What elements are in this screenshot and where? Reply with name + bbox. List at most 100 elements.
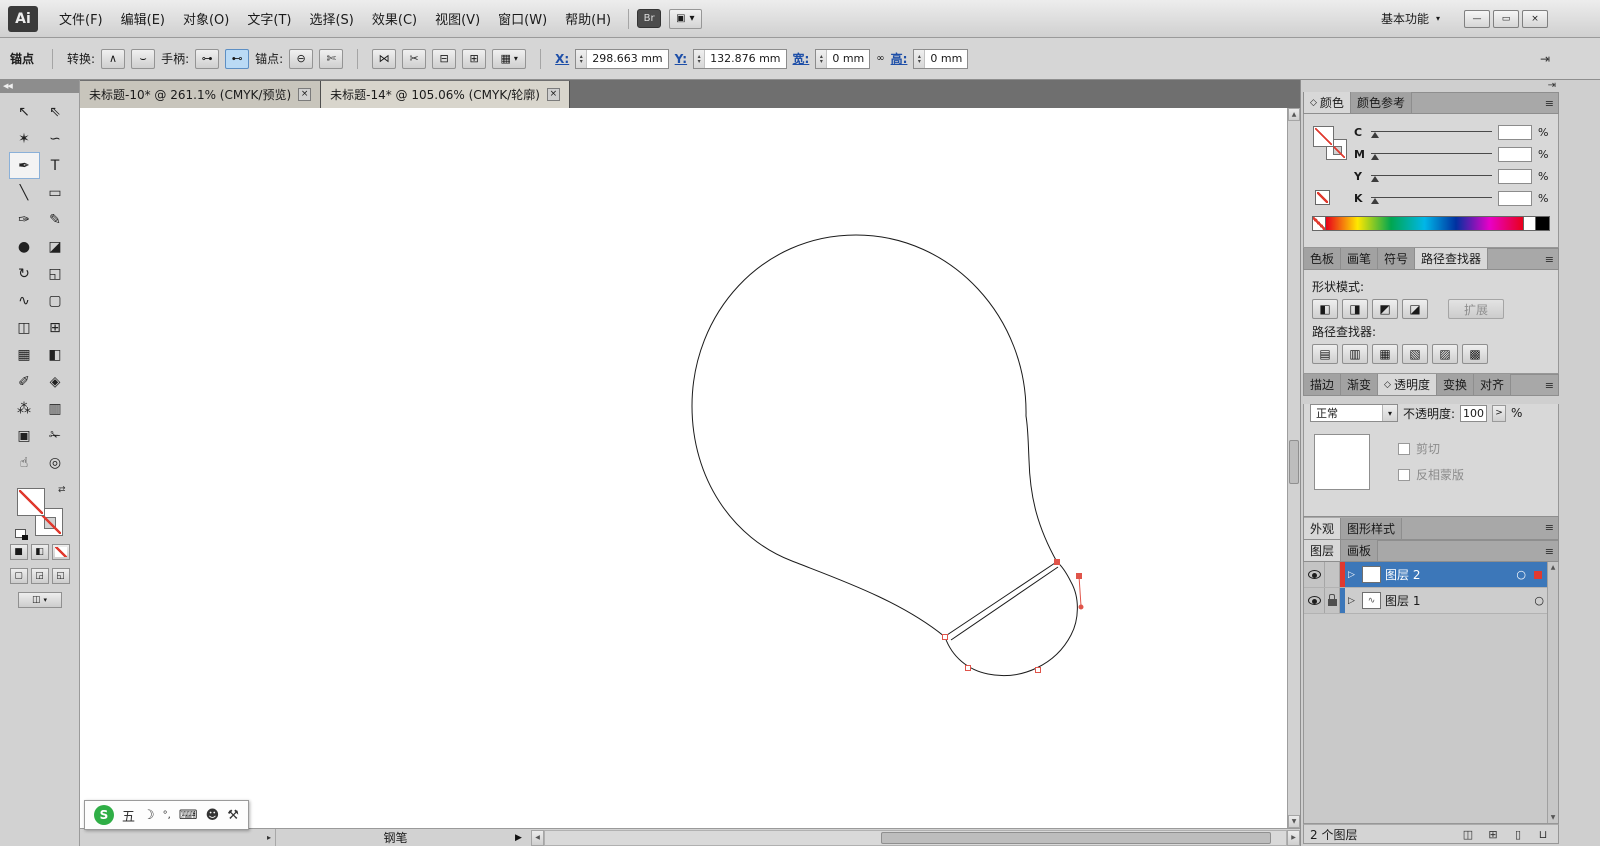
new-sublayer-button[interactable]: ⊞ bbox=[1484, 827, 1502, 842]
scroll-up-icon[interactable]: ▲ bbox=[1288, 108, 1300, 121]
width-label[interactable]: 宽: bbox=[793, 50, 810, 67]
document-tab-2[interactable]: 未标题-14* @ 105.06% (CMYK/轮廓) × bbox=[321, 81, 570, 108]
perspective-grid-tool[interactable]: ⊞ bbox=[40, 314, 71, 341]
lock-cell[interactable] bbox=[1325, 588, 1340, 613]
lasso-tool[interactable]: ∽ bbox=[40, 125, 71, 152]
merge-button[interactable]: ▦ bbox=[1372, 344, 1398, 364]
visibility-cell[interactable] bbox=[1304, 588, 1325, 613]
remove-anchor-button[interactable]: ⊖ bbox=[289, 48, 314, 69]
connect-endpoints-button[interactable]: ⋈ bbox=[372, 48, 397, 69]
draw-normal-button[interactable]: ▢ bbox=[9, 568, 28, 584]
canvas[interactable] bbox=[80, 108, 1287, 828]
opacity-field[interactable]: 100 bbox=[1460, 404, 1488, 422]
scroll-down-icon[interactable]: ▼ bbox=[1551, 812, 1556, 823]
scroll-down-icon[interactable]: ▼ bbox=[1288, 815, 1300, 828]
visibility-cell[interactable] bbox=[1304, 562, 1325, 587]
none-button[interactable] bbox=[51, 544, 70, 560]
spectrum-none-swatch[interactable] bbox=[1312, 216, 1326, 231]
minus-front-button[interactable]: ◨ bbox=[1342, 299, 1368, 319]
y-coordinate-field[interactable]: ▴ ▾ 132.876 mm bbox=[693, 48, 787, 69]
layer-row-1[interactable]: ▷ ∿ 图层 1 ○ bbox=[1304, 588, 1547, 614]
y-coordinate-label[interactable]: Y: bbox=[675, 52, 687, 66]
x-value[interactable]: 298.663 mm bbox=[587, 50, 667, 68]
menu-file[interactable]: 文件(F) bbox=[50, 5, 112, 32]
x-stepper[interactable]: ▴ ▾ bbox=[576, 49, 588, 68]
menu-select[interactable]: 选择(S) bbox=[300, 5, 362, 32]
tab-symbols[interactable]: 符号 bbox=[1378, 248, 1416, 269]
gradient-tool[interactable]: ◧ bbox=[40, 341, 71, 368]
hide-handles-button[interactable]: ⊷ bbox=[225, 48, 250, 69]
vertical-scrollbar[interactable]: ▲ ▼ bbox=[1287, 108, 1300, 828]
slice-tool[interactable]: ✁ bbox=[40, 422, 71, 449]
tab-color[interactable]: ◇ 颜色 bbox=[1304, 92, 1351, 113]
magic-wand-tool[interactable]: ✶ bbox=[9, 125, 40, 152]
scroll-right-icon[interactable]: ▶ bbox=[1287, 829, 1300, 846]
scroll-up-icon[interactable]: ▲ bbox=[1551, 562, 1556, 573]
panel-menu-icon[interactable]: ≡ bbox=[1545, 545, 1554, 558]
horizontal-scroll-thumb[interactable] bbox=[881, 831, 1271, 844]
color-spectrum-bar[interactable] bbox=[1326, 216, 1524, 231]
layers-scrollbar[interactable]: ▲ ▼ bbox=[1547, 562, 1558, 823]
ime-user-icon[interactable]: ☻ bbox=[206, 808, 220, 823]
black-value-field[interactable] bbox=[1498, 190, 1532, 206]
menu-effect[interactable]: 效果(C) bbox=[363, 5, 426, 32]
tab-layers[interactable]: 图层 bbox=[1304, 540, 1342, 561]
width-stepper[interactable]: ▴ ▾ bbox=[816, 49, 828, 68]
expand-triangle-icon[interactable]: ▷ bbox=[1348, 570, 1358, 580]
height-stepper[interactable]: ▴ ▾ bbox=[914, 49, 926, 68]
type-tool[interactable]: T bbox=[40, 152, 71, 179]
shape-builder-tool[interactable]: ◫ bbox=[9, 314, 40, 341]
gradient-button[interactable]: ◧ bbox=[30, 544, 49, 560]
workspace-switcher[interactable]: 基本功能 ▾ bbox=[1371, 7, 1450, 30]
expand-triangle-icon[interactable]: ▷ bbox=[1348, 596, 1358, 606]
blend-mode-dropdown[interactable]: 正常 ▾ bbox=[1310, 404, 1398, 422]
document-tab-1[interactable]: 未标题-10* @ 261.1% (CMYK/预览) × bbox=[80, 81, 322, 108]
layer-main[interactable]: ▷ ∿ 图层 1 ○ bbox=[1345, 588, 1547, 613]
close-tab-icon[interactable]: × bbox=[546, 88, 560, 101]
symbol-sprayer-tool[interactable]: ⁂ bbox=[9, 395, 40, 422]
scissors-button[interactable]: ✂ bbox=[402, 48, 427, 69]
paintbrush-tool[interactable]: ✑ bbox=[9, 206, 40, 233]
tab-artboards[interactable]: 画板 bbox=[1341, 540, 1379, 561]
eyedropper-tool[interactable]: ✐ bbox=[9, 368, 40, 395]
lock-cell[interactable] bbox=[1325, 562, 1340, 587]
expand-button[interactable]: 扩展 bbox=[1448, 299, 1504, 319]
black-slider[interactable] bbox=[1371, 192, 1492, 204]
menu-window[interactable]: 窗口(W) bbox=[489, 5, 556, 32]
menu-type[interactable]: 文字(T) bbox=[238, 5, 300, 32]
collapse-controlbar-icon[interactable]: ⇥ bbox=[1540, 52, 1550, 66]
convert-to-smooth-button[interactable]: ⌣ bbox=[131, 48, 156, 69]
width-field[interactable]: ▴ ▾ 0 mm bbox=[815, 48, 871, 69]
tab-swatches[interactable]: 色板 bbox=[1304, 248, 1342, 269]
width-tool[interactable]: ∿ bbox=[9, 287, 40, 314]
clip-checkbox[interactable] bbox=[1398, 442, 1410, 455]
tab-color-guide[interactable]: 颜色参考 bbox=[1350, 92, 1412, 113]
status-flyout-icon[interactable]: ▶ bbox=[515, 833, 531, 843]
pen-tool[interactable]: ✒ bbox=[8, 152, 40, 179]
black-swatch[interactable] bbox=[1536, 216, 1550, 231]
selection-tool[interactable]: ↖ bbox=[9, 98, 40, 125]
color-button[interactable]: ■ bbox=[9, 544, 28, 560]
tab-appearance[interactable]: 外观 bbox=[1304, 518, 1342, 539]
delete-layer-button[interactable]: ⊔ bbox=[1534, 827, 1552, 842]
column-graph-tool[interactable]: ▥ bbox=[40, 395, 71, 422]
ime-logo-icon[interactable]: S bbox=[94, 805, 114, 825]
yellow-slider[interactable] bbox=[1371, 170, 1492, 182]
tab-stroke[interactable]: 描边 bbox=[1304, 374, 1342, 395]
cut-path-at-anchor-button[interactable]: ✄ bbox=[319, 48, 344, 69]
cyan-slider[interactable] bbox=[1371, 126, 1492, 138]
intersect-button[interactable]: ◩ bbox=[1372, 299, 1398, 319]
tab-brushes[interactable]: 画笔 bbox=[1341, 248, 1379, 269]
artboard-tool[interactable]: ▣ bbox=[9, 422, 40, 449]
tab-gradient[interactable]: 渐变 bbox=[1341, 374, 1379, 395]
layer-name[interactable]: 图层 1 bbox=[1385, 592, 1420, 609]
swap-fill-stroke-icon[interactable]: ⇄ bbox=[58, 485, 66, 495]
transform-menu-button[interactable]: ▦ ▾ bbox=[492, 48, 527, 69]
tab-transparency[interactable]: ◇ 透明度 bbox=[1378, 374, 1437, 395]
tab-pathfinder[interactable]: 路径查找器 bbox=[1415, 248, 1489, 269]
layer-main[interactable]: ▷ 图层 2 ○ bbox=[1345, 562, 1547, 587]
vertical-scroll-thumb[interactable] bbox=[1289, 440, 1299, 484]
target-circle-icon[interactable]: ○ bbox=[1534, 594, 1544, 607]
restore-button[interactable]: ▭ bbox=[1493, 9, 1519, 28]
tab-transform[interactable]: 变换 bbox=[1436, 374, 1474, 395]
